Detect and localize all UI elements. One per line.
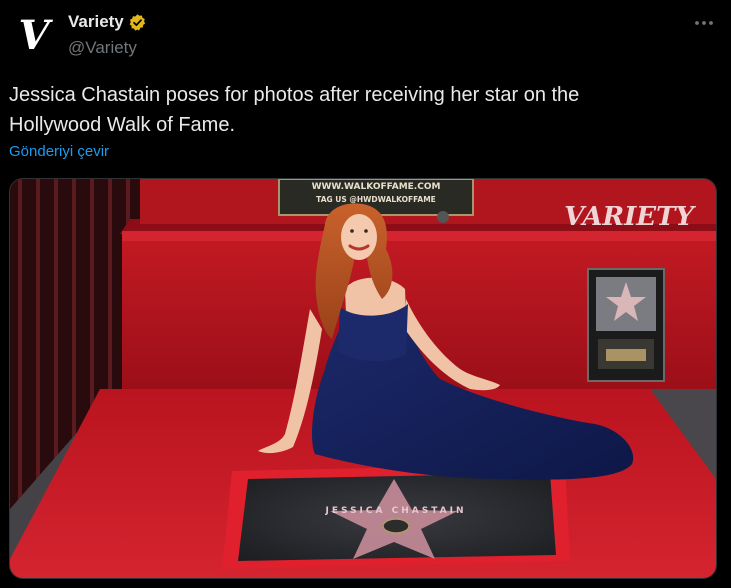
avatar-letter: V (18, 12, 53, 59)
plaque-line-2: TAG US @HWDWALKOFFAME (316, 195, 436, 204)
plaque-knob (437, 211, 449, 223)
tweet: V Variety @Variety Jessica Chastain pose… (0, 0, 731, 588)
verified-badge-icon (129, 13, 145, 31)
tweet-photo[interactable]: WWW.WALKOFFAME.COM TAG US @HWDWALKOFFAME… (9, 178, 717, 579)
variety-watermark: VARIETY (564, 202, 696, 232)
star-name: JESSICA CHASTAIN (325, 506, 467, 516)
more-dots-icon (695, 21, 713, 25)
author-name-row: Variety (68, 12, 147, 32)
face (341, 214, 377, 260)
photo-scene: WWW.WALKOFFAME.COM TAG US @HWDWALKOFFAME… (10, 179, 716, 578)
translate-post-link[interactable]: Gönderiyi çevir (9, 143, 109, 160)
tweet-text-line-2: Hollywood Walk of Fame. (9, 114, 235, 136)
tweet-text-line-1: Jessica Chastain poses for photos after … (9, 84, 580, 106)
film-camera-emblem-icon (382, 518, 410, 534)
variety-logo-icon: V (9, 9, 59, 59)
author-handle[interactable]: @Variety (68, 38, 137, 58)
tweet-text: Jessica Chastain poses for photos after … (9, 80, 709, 140)
author-display-name[interactable]: Variety (68, 12, 124, 32)
more-options-button[interactable] (691, 10, 717, 36)
author-avatar[interactable]: V (9, 9, 59, 59)
plaque-line-1: WWW.WALKOFFAME.COM (312, 182, 441, 192)
